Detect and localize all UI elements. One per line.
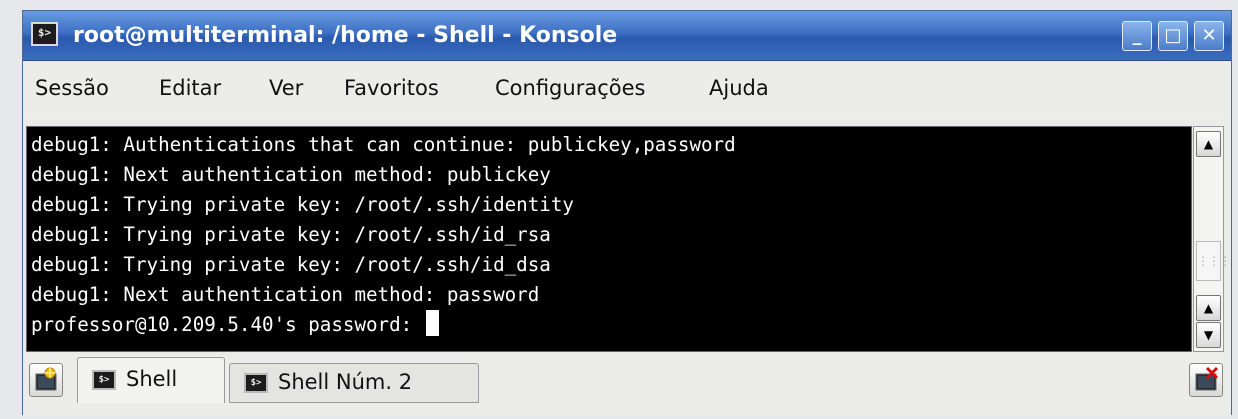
minimize-button[interactable]: _ bbox=[1122, 21, 1152, 51]
scroll-up-button[interactable]: ▲ bbox=[1196, 295, 1221, 321]
new-session-button[interactable] bbox=[29, 363, 63, 397]
new-session-icon bbox=[35, 367, 57, 391]
menu-favoritos[interactable]: Favoritos bbox=[344, 76, 439, 100]
session-tab-bar: $> Shell $> Shell Núm. 2 bbox=[23, 354, 1231, 416]
menu-configuracoes[interactable]: Configurações bbox=[495, 76, 645, 100]
title-bar[interactable]: $> root@multiterminal: /home - Shell - K… bbox=[23, 11, 1231, 61]
terminal-line: debug1: Trying private key: /root/.ssh/i… bbox=[31, 193, 574, 216]
menu-ajuda[interactable]: Ajuda bbox=[709, 76, 769, 100]
tab-shell[interactable]: $> Shell bbox=[77, 357, 225, 403]
vertical-scrollbar[interactable]: ▲ ⋮⋮⋮ ▲ ▼ bbox=[1193, 126, 1231, 352]
terminal-icon: $> bbox=[92, 370, 116, 390]
menu-ver[interactable]: Ver bbox=[269, 76, 303, 100]
scroll-thumb[interactable]: ⋮⋮⋮ bbox=[1196, 241, 1231, 281]
terminal-line: debug1: Trying private key: /root/.ssh/i… bbox=[31, 253, 551, 276]
menu-editar[interactable]: Editar bbox=[159, 76, 221, 100]
terminal-line: debug1: Next authentication method: publ… bbox=[31, 163, 551, 186]
close-session-icon bbox=[1195, 366, 1219, 391]
terminal-line: debug1: Trying private key: /root/.ssh/i… bbox=[31, 223, 551, 246]
tab-label: Shell bbox=[126, 367, 178, 391]
scroll-down-button[interactable]: ▼ bbox=[1196, 322, 1221, 348]
terminal-prompt-line: professor@10.209.5.40's password: bbox=[31, 310, 439, 340]
close-session-button[interactable] bbox=[1189, 363, 1223, 397]
maximize-button[interactable]: □ bbox=[1158, 21, 1188, 51]
menu-bar: Sessão Editar Ver Favoritos Configuraçõe… bbox=[23, 62, 1231, 118]
konsole-window: $> root@multiterminal: /home - Shell - K… bbox=[22, 10, 1232, 416]
scroll-up-top-button[interactable]: ▲ bbox=[1196, 131, 1221, 157]
window-title: root@multiterminal: /home - Shell - Kons… bbox=[73, 23, 618, 48]
terminal-icon: $> bbox=[244, 373, 268, 393]
menu-sessao[interactable]: Sessão bbox=[35, 76, 109, 100]
terminal-line: debug1: Authentications that can continu… bbox=[31, 133, 736, 156]
konsole-app-icon[interactable]: $> bbox=[31, 22, 58, 46]
tab-shell-2[interactable]: $> Shell Núm. 2 bbox=[229, 363, 479, 403]
close-button[interactable]: ✕ bbox=[1194, 21, 1224, 51]
terminal-output[interactable]: debug1: Authentications that can continu… bbox=[26, 126, 1192, 352]
password-prompt: professor@10.209.5.40's password: bbox=[31, 313, 424, 336]
terminal-line: debug1: Next authentication method: pass… bbox=[31, 283, 540, 306]
tab-label: Shell Núm. 2 bbox=[278, 370, 413, 394]
text-cursor bbox=[425, 310, 439, 336]
